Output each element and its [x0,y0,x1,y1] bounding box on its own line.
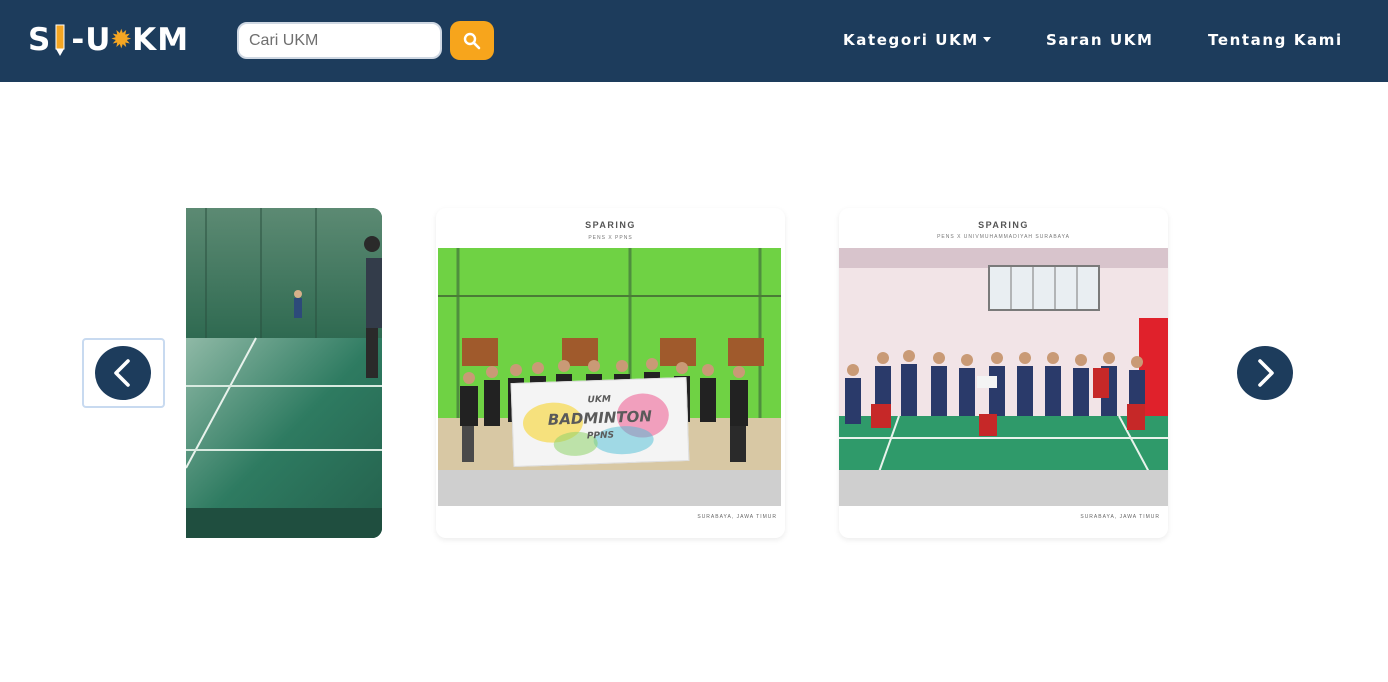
slide-3-subtitle: PENS X UNIVMUHAMMADIYAH SURABAYA [937,234,1070,240]
slide-2-subtitle: PENS X PPNS [588,235,633,241]
logo-text-km: KM [132,22,190,58]
carousel-slide-3[interactable]: SPARING PENS X UNIVMUHAMMADIYAH SURABAYA [839,208,1168,538]
search-icon [463,32,481,49]
court-photo [186,208,382,538]
nav-tentang-link[interactable]: Tentang Kami [1208,31,1343,49]
gear-icon: ✹ [110,25,134,55]
logo-text-s: S [28,22,52,58]
logo[interactable]: S -U ✹ KM [28,20,189,60]
carousel-slide-1[interactable] [186,208,382,538]
search-button[interactable] [450,21,494,60]
ukm-banner: UKM BADMINTON PPNS [510,376,690,468]
photo-carousel: SPARING PENS X PPNS UKM BADMINTON PPNS S… [0,82,1388,682]
search-input[interactable] [237,22,442,59]
slide-3-title: SPARING [978,220,1029,230]
nav-kategori-dropdown[interactable]: Kategori UKM [843,31,991,49]
slide-3-caption: SURABAYA, JAWA TIMUR [1080,514,1160,520]
caret-down-icon [982,37,991,42]
group-photo-ppns [438,248,781,506]
slide-2-title: SPARING [585,220,636,230]
prev-button[interactable] [95,346,151,400]
nav-saran-link[interactable]: Saran UKM [1046,31,1153,49]
next-button[interactable] [1237,346,1293,400]
nav-kategori-label: Kategori UKM [843,31,979,49]
carousel-slide-2[interactable]: SPARING PENS X PPNS UKM BADMINTON PPNS S… [436,208,785,538]
slide-2-caption: SURABAYA, JAWA TIMUR [697,514,777,520]
pencil-icon [55,23,65,57]
navbar: S -U ✹ KM Kategori UKM Saran UKM Tentang… [0,0,1388,82]
group-photo-gym [839,248,1168,506]
logo-text-u: -U [71,22,112,58]
chevron-left-icon [114,359,130,387]
chevron-right-icon [1258,359,1274,387]
